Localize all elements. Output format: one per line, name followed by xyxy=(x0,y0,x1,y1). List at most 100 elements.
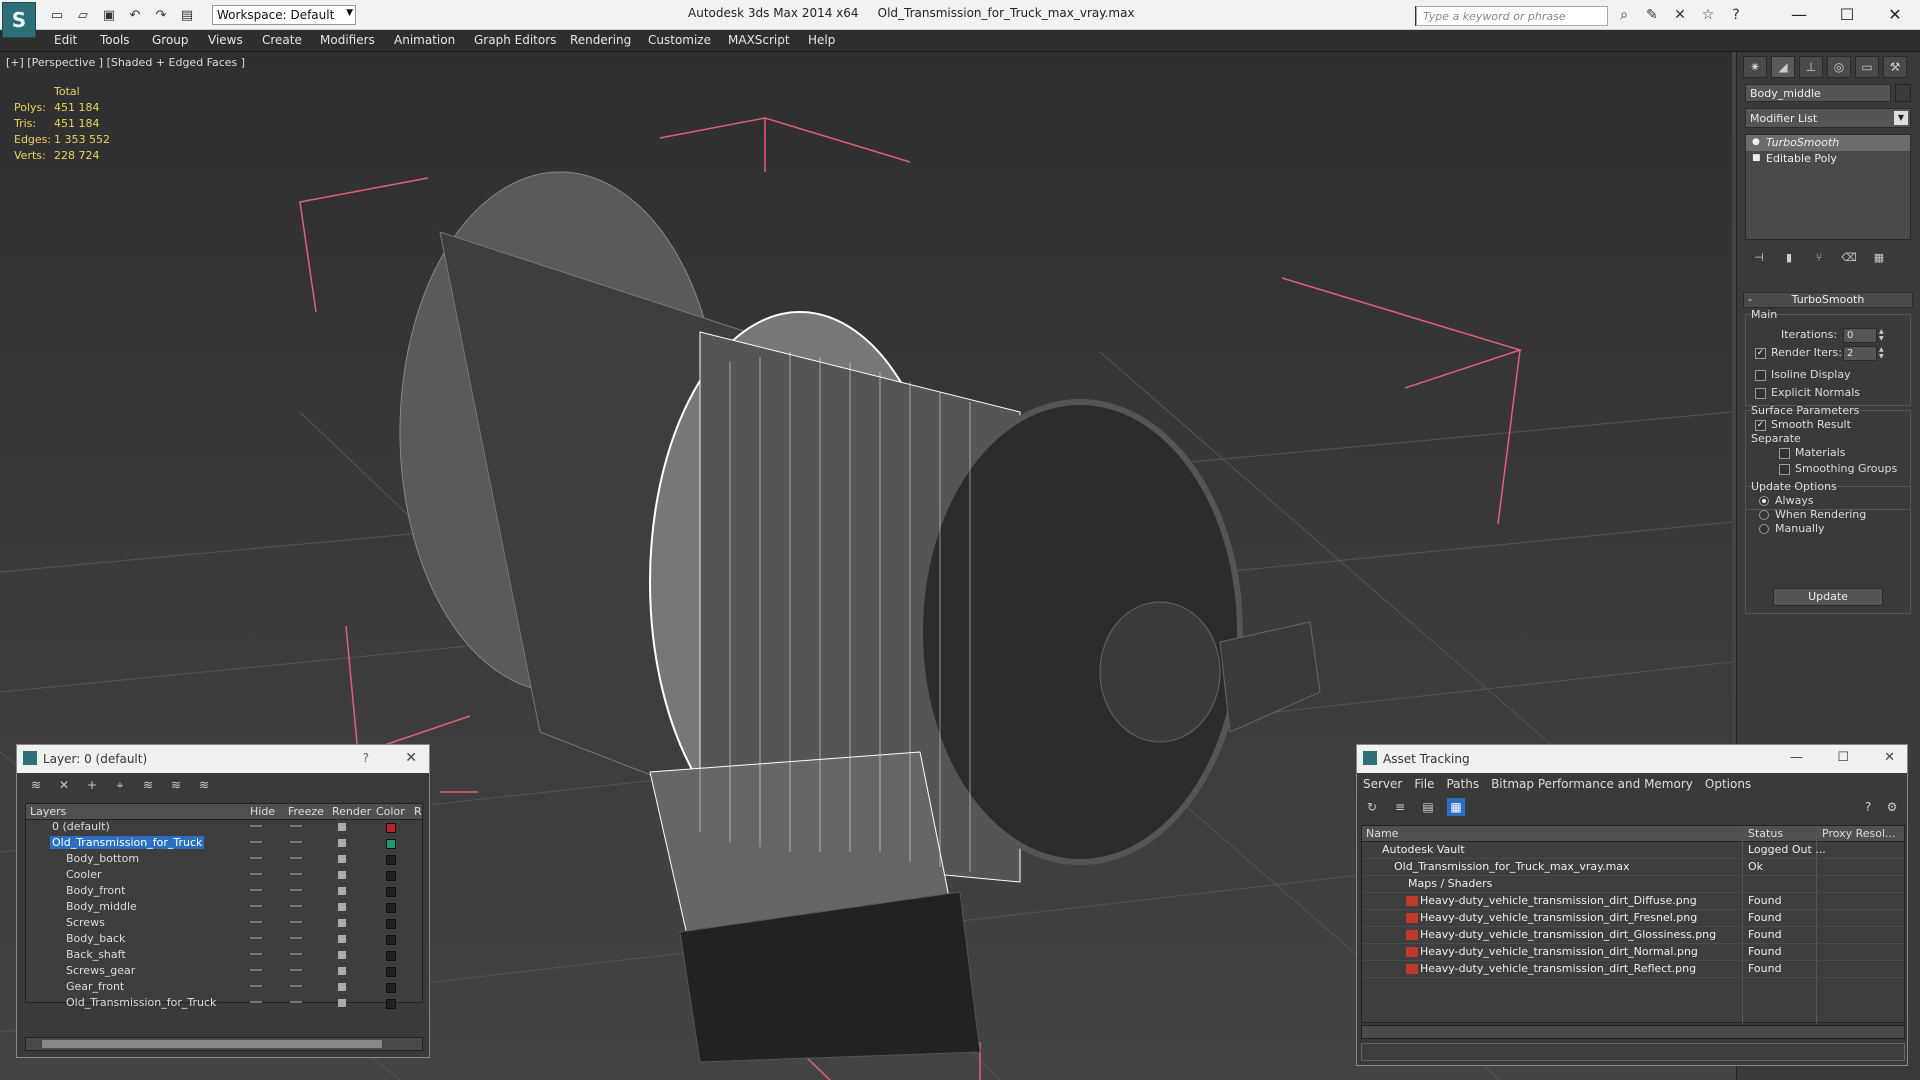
layer-window-titlebar[interactable]: Layer: 0 (default) ? ✕ xyxy=(17,745,429,773)
detail-view-icon[interactable]: ▤ xyxy=(1419,798,1437,816)
freeze-toggle[interactable] xyxy=(290,969,302,971)
subscription-icon[interactable]: ✎ xyxy=(1642,5,1662,25)
freeze-all-layers-icon[interactable]: ≋ xyxy=(195,777,213,793)
layer-row[interactable]: Old_Transmission_for_Truck xyxy=(26,836,422,852)
transmission-model[interactable] xyxy=(399,171,1321,1063)
layer-name[interactable]: Old_Transmission_for_Truck xyxy=(50,836,205,849)
menu-maxscript[interactable]: MAXScript xyxy=(728,33,790,47)
table-view-icon[interactable]: ▦ xyxy=(1447,798,1465,816)
layer-color-swatch[interactable] xyxy=(386,919,396,929)
render-teapot-icon[interactable] xyxy=(338,823,346,831)
menu-edit[interactable]: Edit xyxy=(54,33,77,47)
freeze-toggle[interactable] xyxy=(290,873,302,875)
layer-color-swatch[interactable] xyxy=(386,823,396,833)
create-layer-icon[interactable]: ≋ xyxy=(27,777,45,793)
freeze-toggle[interactable] xyxy=(290,857,302,859)
hide-toggle[interactable] xyxy=(250,985,262,987)
render-teapot-icon[interactable] xyxy=(338,967,346,975)
freeze-toggle[interactable] xyxy=(290,953,302,955)
layer-row[interactable]: Cooler xyxy=(26,868,422,884)
display-tab-icon[interactable]: ▭ xyxy=(1855,56,1879,78)
render-teapot-icon[interactable] xyxy=(338,919,346,927)
freeze-toggle[interactable] xyxy=(290,985,302,987)
layer-row[interactable]: Back_shaft xyxy=(26,948,422,964)
layer-row[interactable]: Body_front xyxy=(26,884,422,900)
select-objects-icon[interactable]: ⌖ xyxy=(111,777,129,793)
hide-toggle[interactable] xyxy=(250,905,262,907)
menu-rendering[interactable]: Rendering xyxy=(570,33,631,47)
when-rendering-radio[interactable] xyxy=(1759,510,1769,520)
spinner-arrows-icon[interactable]: ▲ ▼ xyxy=(1879,328,1887,343)
iterations-spinner[interactable]: 0 xyxy=(1843,328,1877,343)
col-color[interactable]: Color xyxy=(376,805,405,818)
maximize-icon[interactable]: ☐ xyxy=(1837,750,1849,765)
settings-icon[interactable]: ⚙ xyxy=(1883,798,1901,816)
configure-modifier-sets-icon[interactable]: ▦ xyxy=(1869,248,1889,266)
close-icon[interactable]: ✕ xyxy=(1884,750,1895,765)
expand-plus-icon[interactable]: ■ xyxy=(1752,153,1761,163)
asset-row[interactable]: Heavy-duty_vehicle_transmission_dirt_Glo… xyxy=(1362,927,1904,944)
open-file-icon[interactable]: ▱ xyxy=(72,4,94,26)
menu-views[interactable]: Views xyxy=(208,33,243,47)
layer-row[interactable]: Screws xyxy=(26,916,422,932)
close-button[interactable]: ✕ xyxy=(1872,0,1918,28)
pin-stack-icon[interactable]: ⊣ xyxy=(1749,248,1769,266)
layer-color-swatch[interactable] xyxy=(386,887,396,897)
undo-icon[interactable]: ↶ xyxy=(124,4,146,26)
manually-radio[interactable] xyxy=(1759,524,1769,534)
layer-name[interactable]: Gear_front xyxy=(64,980,126,993)
delete-layer-icon[interactable]: ✕ xyxy=(55,777,73,793)
menu-graph-editors[interactable]: Graph Editors xyxy=(474,33,556,47)
col-hide[interactable]: Hide xyxy=(250,805,275,818)
hide-toggle[interactable] xyxy=(250,1001,262,1003)
communication-icon[interactable]: ✕ xyxy=(1670,5,1690,25)
menu-bitmap-performance[interactable]: Bitmap Performance and Memory xyxy=(1491,777,1693,791)
maximize-button[interactable]: ☐ xyxy=(1824,0,1870,28)
layer-name[interactable]: Body_middle xyxy=(64,900,139,913)
object-name-field[interactable]: Body_middle xyxy=(1745,84,1891,102)
minimize-icon[interactable]: — xyxy=(1790,750,1803,765)
menu-tools[interactable]: Tools xyxy=(100,33,130,47)
col-layers[interactable]: Layers xyxy=(30,805,66,818)
favorites-star-icon[interactable]: ☆ xyxy=(1698,5,1718,25)
layer-name[interactable]: Old_Transmission_for_Truck xyxy=(64,996,218,1009)
render-teapot-icon[interactable] xyxy=(338,935,346,943)
help-icon[interactable]: ? xyxy=(1726,5,1746,25)
render-teapot-icon[interactable] xyxy=(338,871,346,879)
render-teapot-icon[interactable] xyxy=(338,983,346,991)
menu-customize[interactable]: Customize xyxy=(648,33,711,47)
asset-row[interactable]: Maps / Shaders xyxy=(1362,876,1904,893)
layer-row[interactable]: Body_bottom xyxy=(26,852,422,868)
layer-color-swatch[interactable] xyxy=(386,999,396,1009)
hide-toggle[interactable] xyxy=(250,841,262,843)
explicit-normals-checkbox[interactable] xyxy=(1755,388,1766,399)
hierarchy-tab-icon[interactable]: ⊥ xyxy=(1799,56,1823,78)
highlight-layer-icon[interactable]: ≋ xyxy=(139,777,157,793)
update-button[interactable]: Update xyxy=(1773,588,1883,606)
layer-color-swatch[interactable] xyxy=(386,967,396,977)
freeze-toggle[interactable] xyxy=(290,905,302,907)
menu-file[interactable]: File xyxy=(1414,777,1434,791)
workspace-dropdown[interactable]: Workspace: Default ▼ xyxy=(212,5,356,25)
hide-all-layers-icon[interactable]: ≋ xyxy=(167,777,185,793)
utilities-tab-icon[interactable]: ⚒ xyxy=(1883,56,1907,78)
add-to-layer-icon[interactable]: + xyxy=(83,777,101,793)
layer-row[interactable]: Gear_front xyxy=(26,980,422,996)
menu-server[interactable]: Server xyxy=(1363,777,1402,791)
layer-name[interactable]: Screws xyxy=(64,916,107,929)
project-folder-icon[interactable]: ▤ xyxy=(176,4,198,26)
refresh-icon[interactable]: ↻ xyxy=(1363,798,1381,816)
layer-name[interactable]: Cooler xyxy=(64,868,104,881)
render-teapot-icon[interactable] xyxy=(338,855,346,863)
asset-row[interactable]: Old_Transmission_for_Truck_max_vray.max O… xyxy=(1362,859,1904,876)
layer-color-swatch[interactable] xyxy=(386,903,396,913)
menu-paths[interactable]: Paths xyxy=(1446,777,1479,791)
render-iters-spinner[interactable]: 2 xyxy=(1843,346,1877,361)
hide-toggle[interactable] xyxy=(250,857,262,859)
list-view-icon[interactable]: ≡ xyxy=(1391,798,1409,816)
remove-modifier-icon[interactable]: ⌫ xyxy=(1839,248,1859,266)
help-icon[interactable]: ? xyxy=(363,751,369,765)
menu-modifiers[interactable]: Modifiers xyxy=(320,33,375,47)
modify-tab-icon[interactable]: ◢ xyxy=(1771,56,1795,78)
layer-name[interactable]: 0 (default) xyxy=(50,820,112,833)
